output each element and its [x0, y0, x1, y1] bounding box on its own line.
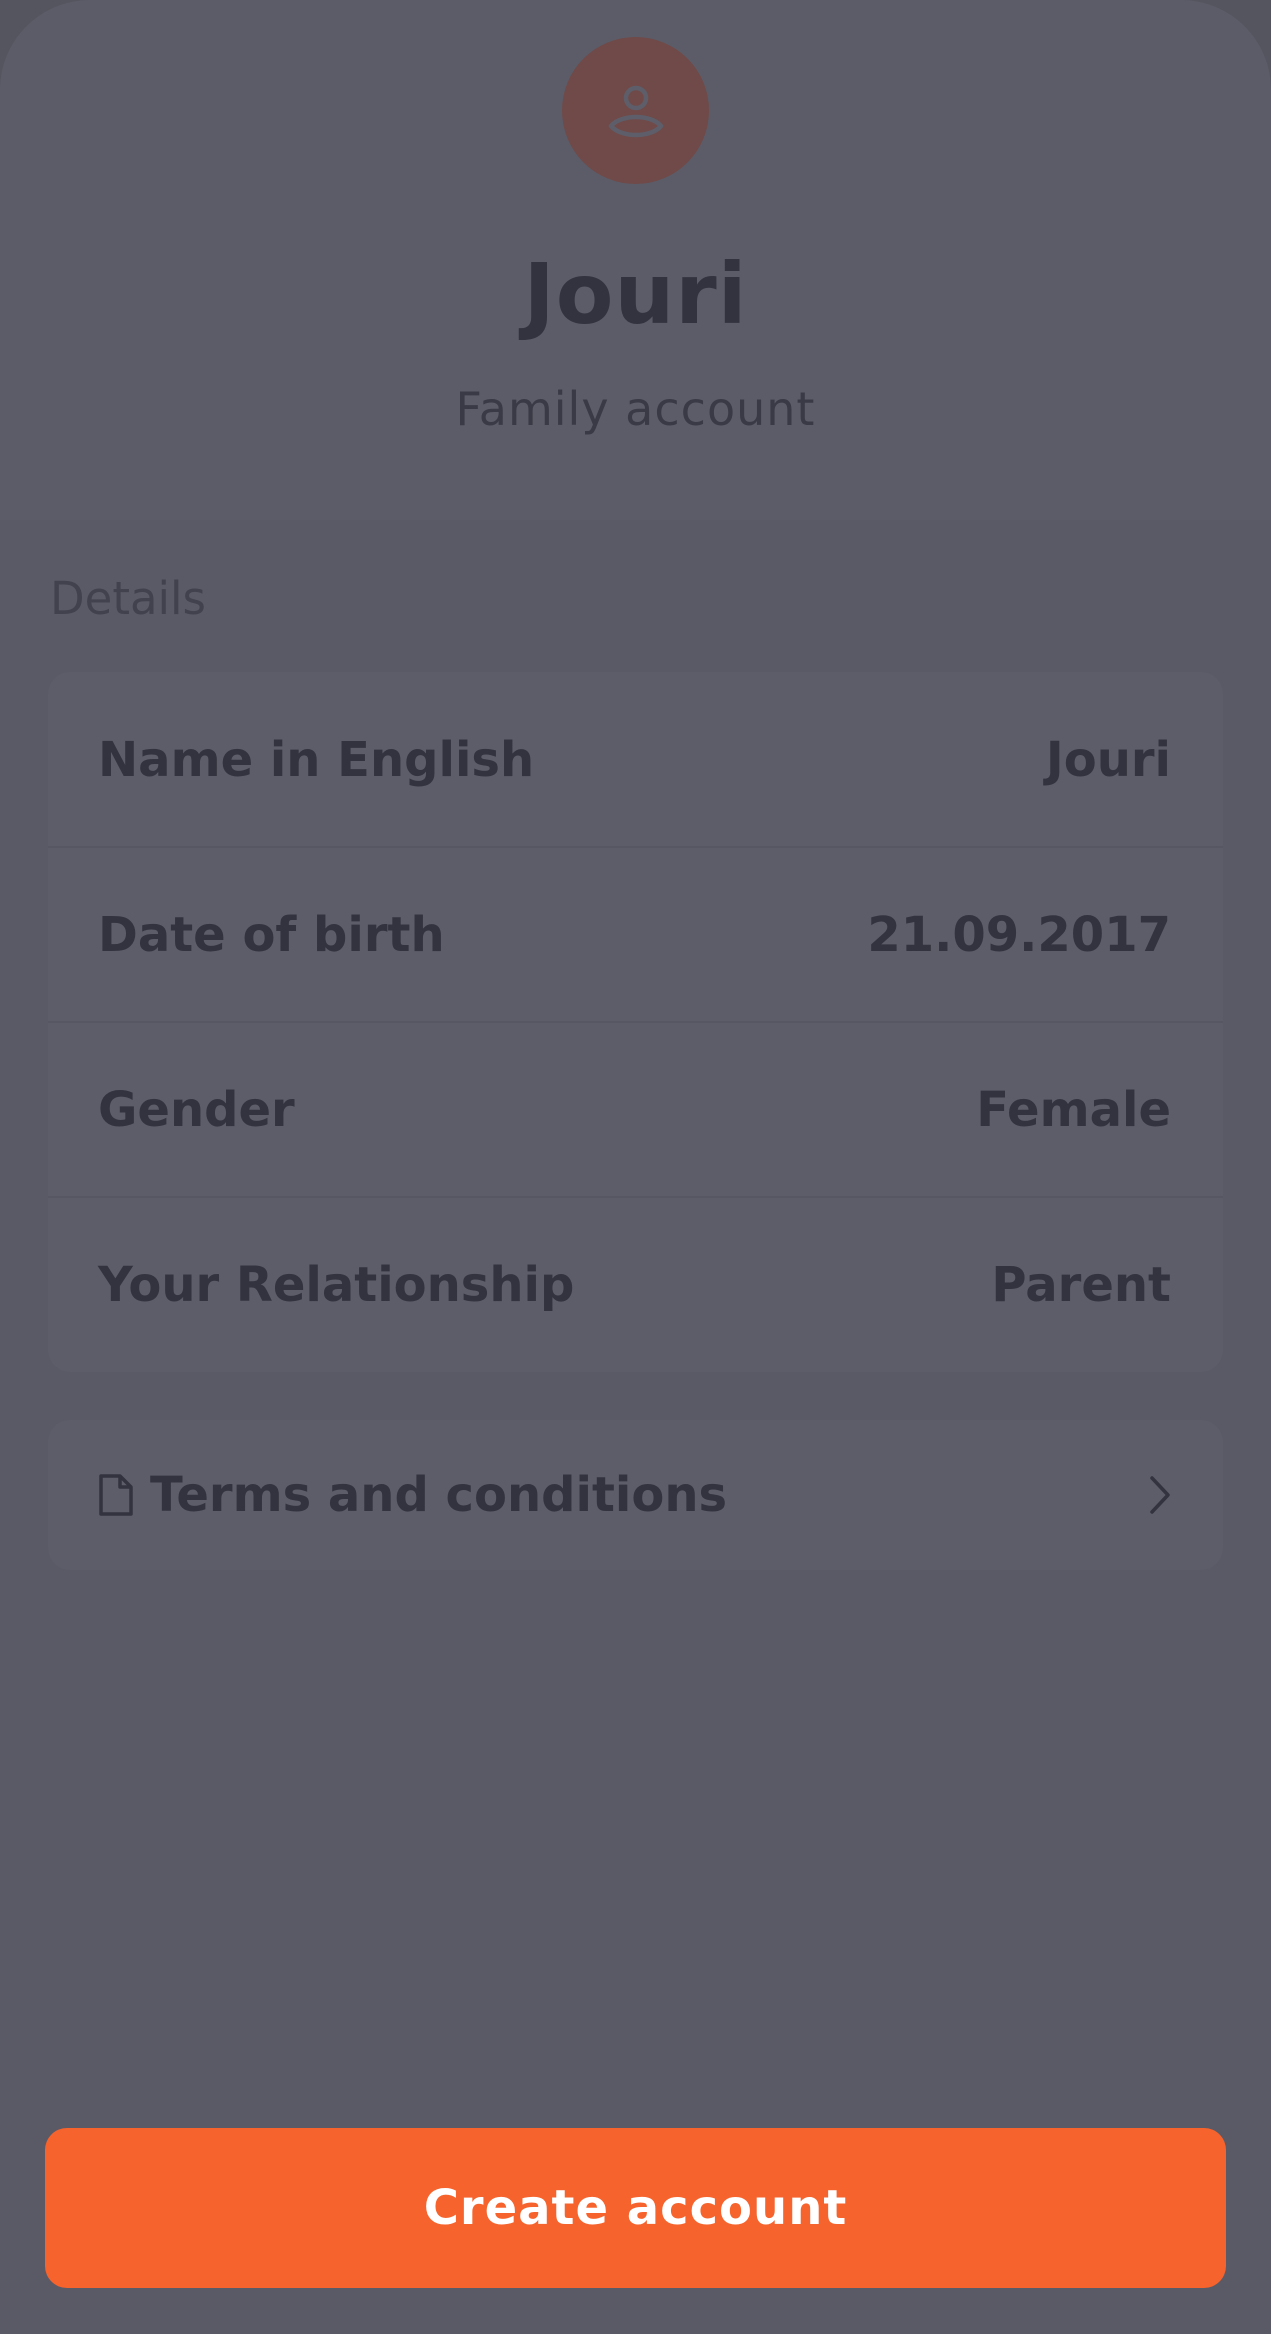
detail-label: Your Relationship	[98, 1256, 575, 1313]
avatar[interactable]	[562, 37, 709, 184]
detail-label: Name in English	[98, 731, 535, 788]
detail-row-relationship: Your Relationship Parent	[48, 1197, 1223, 1372]
user-icon	[608, 85, 663, 137]
detail-value: Jouri	[1045, 731, 1171, 788]
detail-label: Gender	[98, 1081, 295, 1138]
create-account-button[interactable]: Create account	[45, 2128, 1226, 2288]
terms-and-conditions-link[interactable]: Terms and conditions	[48, 1420, 1223, 1570]
document-icon	[99, 1474, 133, 1516]
account-type: Family account	[455, 382, 816, 436]
detail-value: 21.09.2017	[867, 906, 1171, 963]
details-card: Name in English Jouri Date of birth 21.0…	[48, 672, 1223, 1372]
details-section-label: Details	[50, 572, 207, 625]
detail-value: Female	[976, 1081, 1171, 1138]
chevron-right-icon	[1150, 1476, 1170, 1514]
terms-label: Terms and conditions	[150, 1467, 728, 1523]
screen: Jouri Family account Details Name in Eng…	[0, 0, 1271, 2334]
detail-label: Date of birth	[98, 906, 445, 963]
profile-name: Jouri	[523, 245, 748, 343]
detail-row-dob: Date of birth 21.09.2017	[48, 847, 1223, 1022]
detail-value: Parent	[991, 1256, 1171, 1313]
detail-row-name: Name in English Jouri	[48, 672, 1223, 847]
detail-row-gender: Gender Female	[48, 1022, 1223, 1197]
